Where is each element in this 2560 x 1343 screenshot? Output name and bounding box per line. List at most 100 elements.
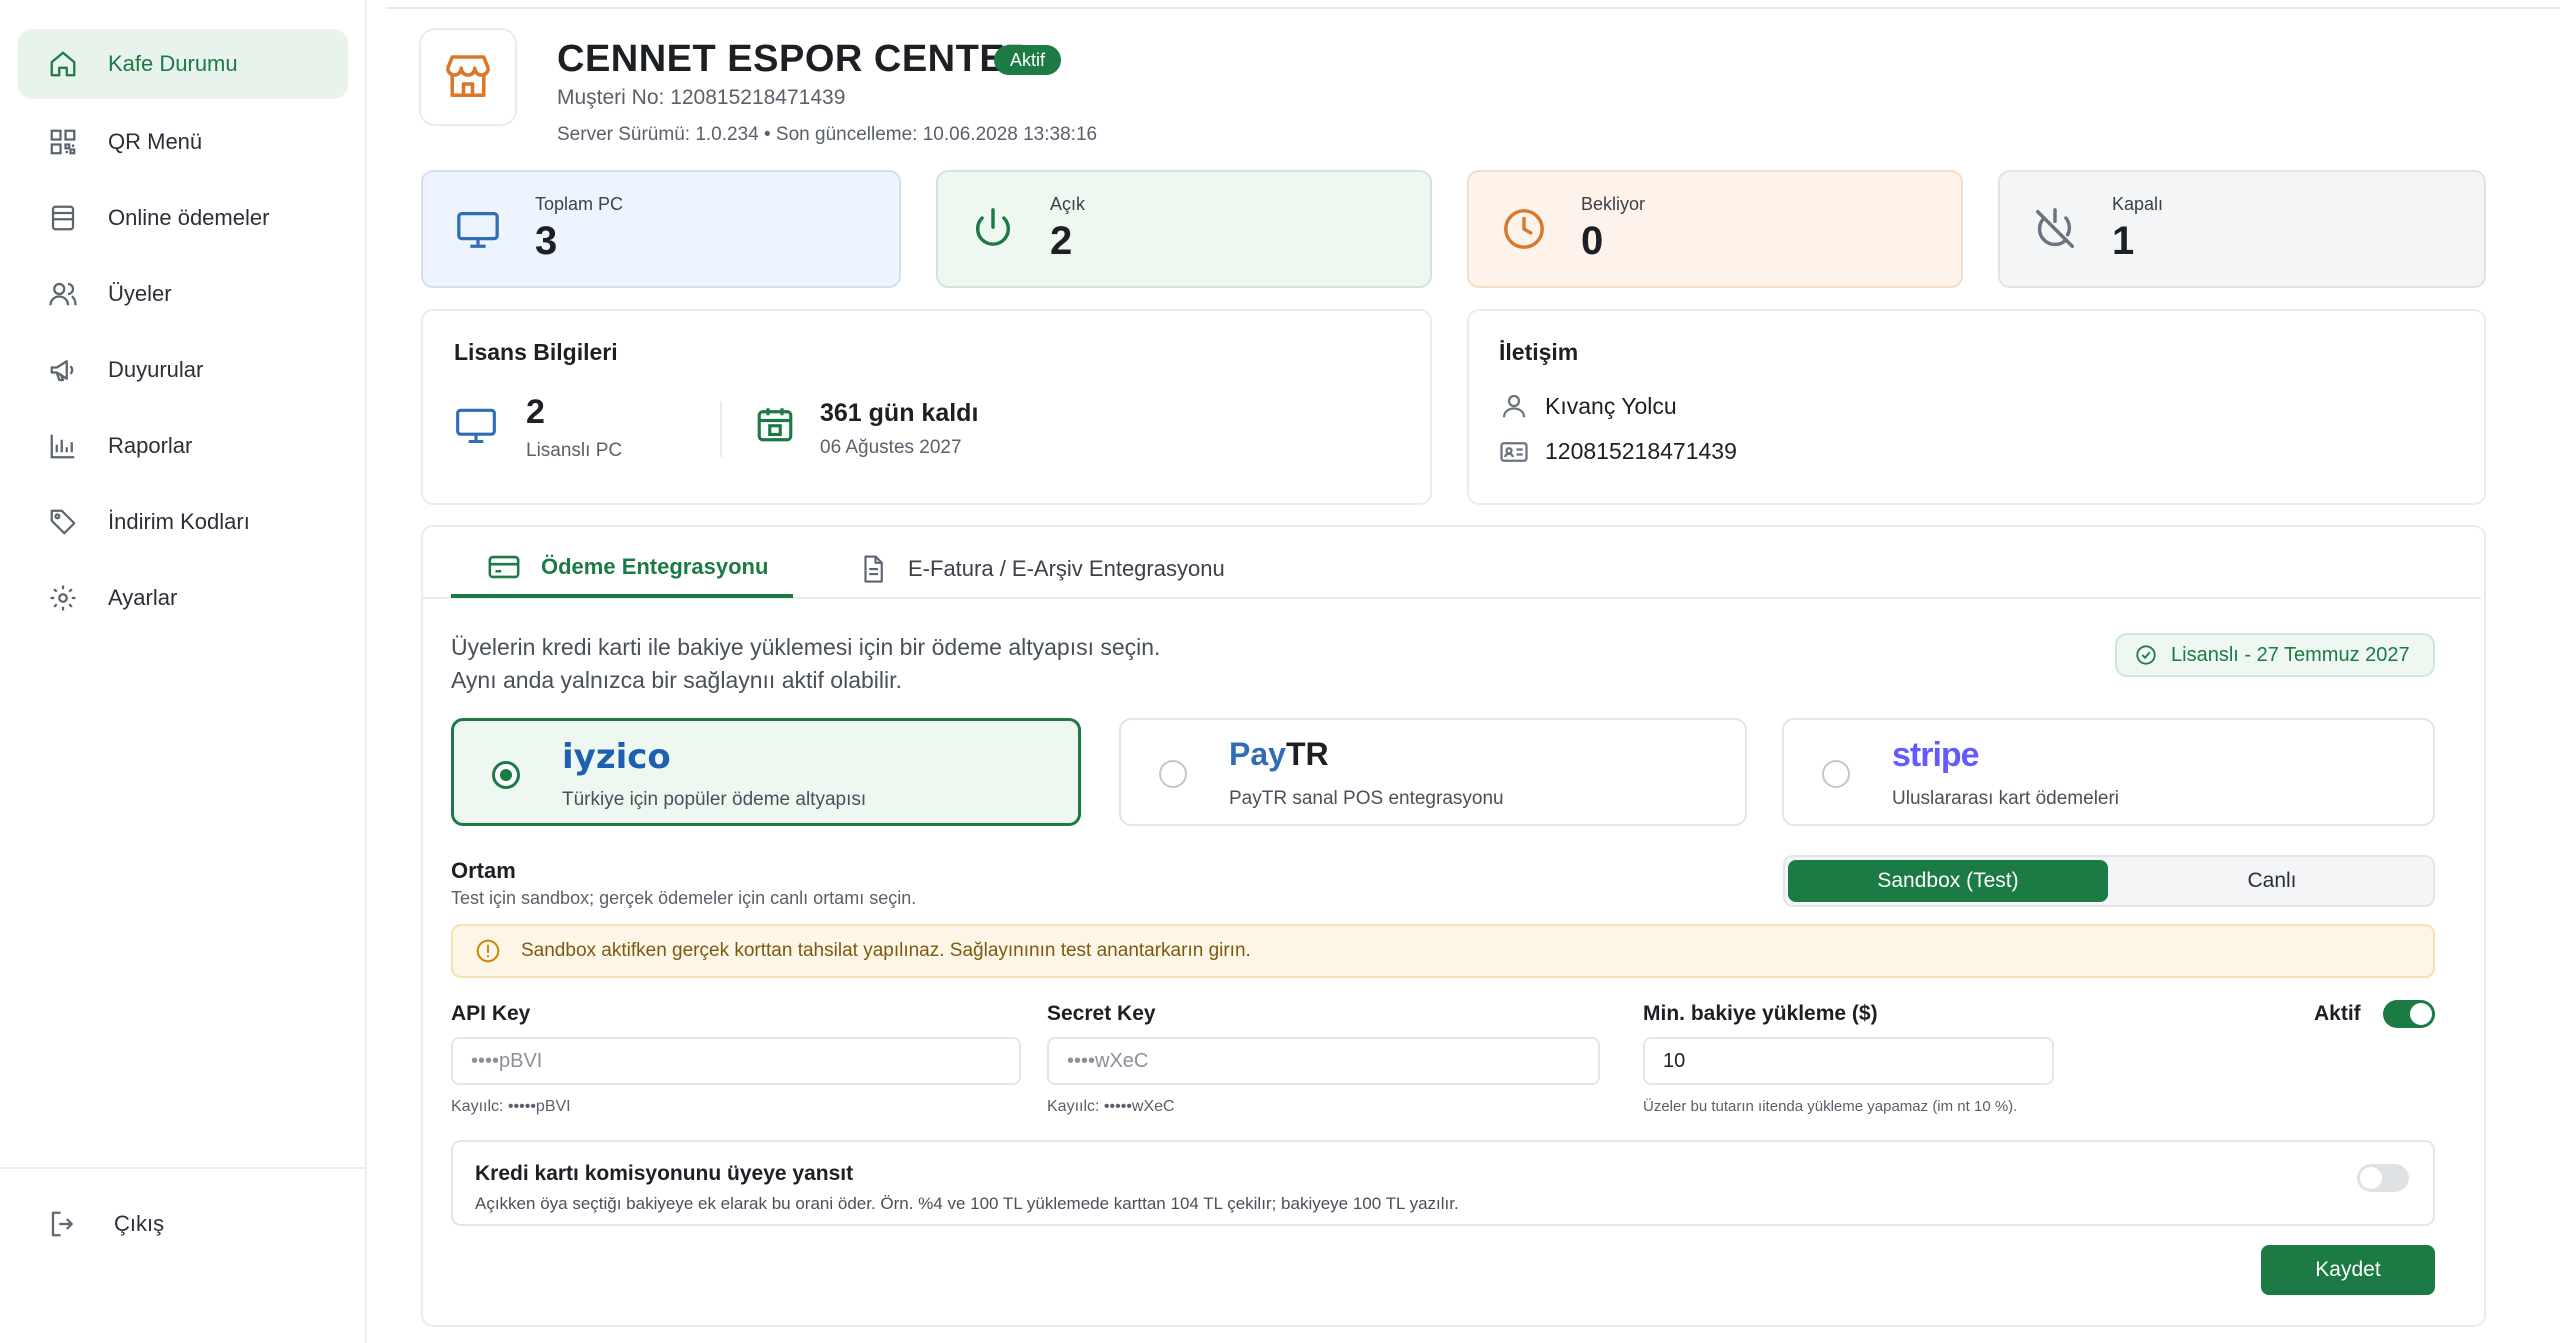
warning-text: Sandbox aktifken gerçek korttan tahsilat…	[521, 940, 1251, 961]
sidebar-item-label: QR Menü	[108, 129, 203, 154]
stat-card-open: Açık 2	[936, 170, 1432, 288]
env-option-live[interactable]: Canlı	[2112, 860, 2432, 902]
logout-label: Çıkış	[114, 1211, 165, 1236]
tab-e-fatura[interactable]: E-Fatura / E-Arşiv Entegrasyonu	[858, 540, 1225, 598]
min-topup-hint: Üzeler bu tutarın ıitenda yükleme yapama…	[1643, 1098, 2018, 1115]
id-card-icon	[1499, 437, 1529, 472]
monitor-icon	[454, 403, 498, 452]
api-key-label: API Key	[451, 1002, 531, 1025]
provider-brand: PayTR	[1229, 736, 1329, 772]
store-icon	[441, 48, 495, 107]
license-badge-label: Lisanslı - 27 Temmuz 2027	[2171, 643, 2410, 666]
contact-name: Kıvanç Yolcu	[1545, 393, 1677, 419]
sandbox-warning: Sandbox aktifken gerçek korttan tahsilat…	[451, 924, 2435, 978]
sidebar-item-qr-menu[interactable]: QR Menü	[18, 107, 348, 177]
license-panel: Lisans Bilgileri 2 Lisanslı PC 361 gün k…	[421, 309, 1432, 505]
home-icon	[46, 47, 80, 81]
stat-value: 1	[2112, 219, 2135, 263]
payment-description-1: Üyelerin kredi karti ile bakiye yüklemes…	[451, 634, 1161, 660]
sidebar-divider	[0, 1167, 367, 1169]
env-option-sandbox[interactable]: Sandbox (Test)	[1788, 860, 2108, 902]
environment-title: Ortam	[451, 858, 516, 883]
stat-label: Bekliyor	[1581, 194, 1646, 214]
license-expiry: 06 Ağustes 2027	[820, 437, 962, 458]
sidebar-item-kafe-durumu[interactable]: Kafe Durumu	[18, 29, 348, 99]
payment-description-2: Aynı anda yalnızca bir sağlaynıı aktif o…	[451, 667, 902, 693]
provider-iyzico[interactable]: iyzico Türkiye için popüler ödeme altyap…	[451, 718, 1081, 826]
save-button[interactable]: Kaydet	[2261, 1245, 2435, 1295]
toggle-knob	[2360, 1167, 2382, 1189]
provider-brand: iyzico	[562, 737, 671, 777]
commission-toggle[interactable]	[2357, 1164, 2409, 1192]
bar-chart-icon	[46, 429, 80, 463]
sidebar: Kafe Durumu QR Menü Online ödemeler Üyel…	[0, 0, 367, 1343]
power-icon	[968, 204, 1018, 254]
contact-panel: İletişim Kıvanç Yolcu 120815218471439	[1467, 309, 2486, 505]
stat-value: 0	[1581, 219, 1604, 263]
sidebar-item-duyurular[interactable]: Duyurular	[18, 335, 348, 405]
gear-icon	[46, 581, 80, 615]
store-avatar	[419, 28, 517, 126]
logout-button[interactable]: Çıkış	[18, 1189, 348, 1259]
sidebar-item-label: Raporlar	[108, 433, 193, 458]
license-days-left: 361 gün kaldı	[820, 399, 979, 427]
sidebar-item-label: Online ödemeler	[108, 205, 270, 230]
stat-card-total-pc: Toplam PC 3	[421, 170, 901, 288]
commission-card: Kredi kartı komisyonunu üyeye yansıt Açı…	[451, 1140, 2435, 1226]
customer-number: Muşteri No: 120815218471439	[557, 86, 846, 109]
sidebar-item-online-odemeler[interactable]: Online ödemeler	[18, 183, 348, 253]
sidebar-item-uyeler[interactable]: Üyeler	[18, 259, 348, 329]
clock-icon	[1499, 204, 1549, 254]
sidebar-item-raporlar[interactable]: Raporlar	[18, 411, 348, 481]
logout-icon	[46, 1207, 80, 1241]
status-badge: Aktif	[994, 45, 1062, 75]
radio-stripe[interactable]	[1822, 760, 1850, 788]
receipt-icon	[46, 201, 80, 235]
qr-icon	[46, 125, 80, 159]
top-divider	[386, 7, 2560, 9]
commission-title: Kredi kartı komisyonunu üyeye yansıt	[475, 1162, 854, 1185]
secret-key-input[interactable]	[1047, 1037, 1600, 1085]
secret-key-hint: Kayıılc: •••••wXeC	[1047, 1098, 1175, 1115]
document-icon	[858, 552, 888, 586]
sidebar-item-label: İndirim Kodları	[108, 509, 250, 534]
sidebar-item-indirim-kodlari[interactable]: İndirim Kodları	[18, 487, 348, 557]
provider-stripe[interactable]: stripe Uluslararası kart ödemeleri	[1782, 718, 2435, 826]
stat-label: Toplam PC	[535, 194, 624, 214]
radio-iyzico[interactable]	[492, 761, 520, 789]
megaphone-icon	[46, 353, 80, 387]
environment-switch: Sandbox (Test) Canlı	[1783, 855, 2435, 907]
api-key-input[interactable]	[451, 1037, 1021, 1085]
stat-label: Açık	[1050, 194, 1086, 214]
monitor-icon	[453, 204, 503, 254]
user-icon	[1499, 391, 1529, 426]
provider-subtitle: PayTR sanal POS entegrasyonu	[1229, 788, 1504, 809]
active-label: Aktif	[2314, 1002, 2361, 1025]
users-icon	[46, 277, 80, 311]
shield-check-icon	[2135, 644, 2157, 666]
tab-label: Ödeme Entegrasyonu	[541, 554, 769, 579]
contact-id-number: 120815218471439	[1545, 438, 1737, 464]
licensed-pc-count: 2	[526, 393, 545, 431]
sidebar-item-ayarlar[interactable]: Ayarlar	[18, 563, 348, 633]
active-toggle[interactable]	[2383, 1000, 2435, 1028]
tab-odeme-entegrasyonu[interactable]: Ödeme Entegrasyonu	[451, 540, 793, 598]
toggle-knob	[2410, 1003, 2432, 1025]
stat-card-closed: Kapalı 1	[1998, 170, 2486, 288]
calendar-icon	[754, 403, 796, 450]
api-key-hint: Kayıılc: •••••pBVI	[451, 1098, 571, 1115]
license-badge: Lisanslı - 27 Temmuz 2027	[2115, 633, 2435, 677]
licensed-pc-label: Lisanslı PC	[526, 440, 623, 461]
environment-subtitle: Test için sandbox; gerçek ödemeler için …	[451, 888, 917, 908]
tag-icon	[46, 505, 80, 539]
commission-subtitle: Açıkken öya seçtiğı bakiyeye ek elarak b…	[475, 1194, 1459, 1213]
provider-paytr[interactable]: PayTR PayTR sanal POS entegrasyonu	[1119, 718, 1747, 826]
provider-subtitle: Uluslararası kart ödemeleri	[1892, 788, 2120, 809]
provider-brand: stripe	[1892, 736, 1980, 774]
secret-key-label: Secret Key	[1047, 1002, 1156, 1025]
stat-card-waiting: Bekliyor 0	[1467, 170, 1963, 288]
server-info: Server Sürümü: 1.0.234 • Son güncelleme:…	[557, 124, 1098, 145]
power-off-icon	[2030, 204, 2080, 254]
min-topup-input[interactable]	[1643, 1037, 2054, 1085]
radio-paytr[interactable]	[1159, 760, 1187, 788]
